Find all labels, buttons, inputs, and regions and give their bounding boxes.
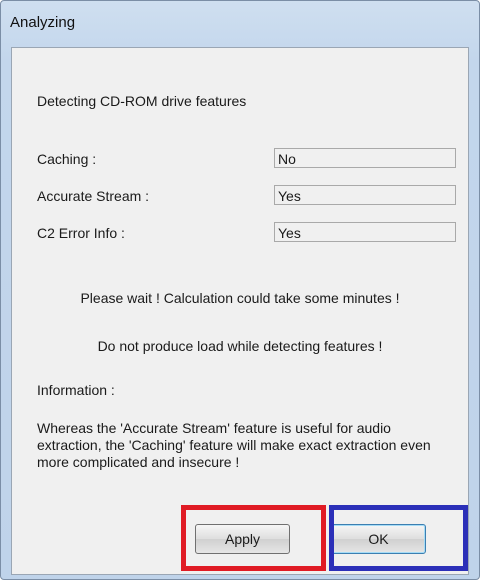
accurate-stream-value-field: Yes [274,185,456,205]
heading-text: Detecting CD-ROM drive features [37,93,247,109]
caching-label: Caching : [37,151,97,167]
c2-error-info-label: C2 Error Info : [37,225,125,241]
information-text: Whereas the 'Accurate Stream' feature is… [37,420,431,470]
ok-highlight-box [329,505,468,571]
load-message: Do not produce load while detecting feat… [97,338,383,354]
caching-value-field: No [274,148,456,168]
apply-highlight-box [181,505,326,571]
window-title: Analyzing [10,14,76,31]
wait-message: Please wait ! Calculation could take som… [80,290,400,306]
dialog-content: Detecting CD-ROM drive features Caching … [11,47,469,575]
information-label: Information : [37,382,115,398]
c2-error-info-value-field: Yes [274,222,456,242]
analyzing-dialog: Analyzing Detecting CD-ROM drive feature… [0,0,480,580]
accurate-stream-label: Accurate Stream : [37,188,150,204]
